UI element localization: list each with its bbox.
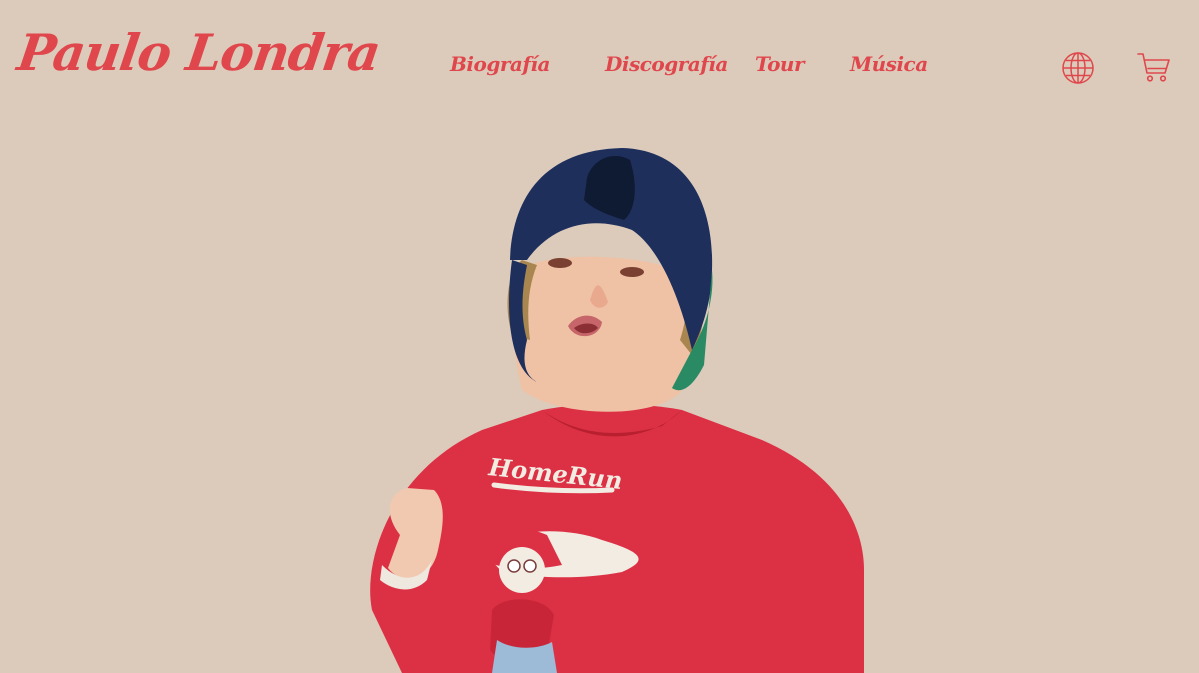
globe-icon[interactable]: [1061, 51, 1095, 85]
hero-photo: HomeRun: [362, 140, 864, 673]
nav-link-musica[interactable]: Música: [850, 54, 928, 74]
nav-link-biografia[interactable]: Biografía: [450, 54, 550, 74]
nav-link-discografia[interactable]: Discografía: [605, 54, 728, 74]
nav-link-tour[interactable]: Tour: [755, 54, 805, 74]
child-portrait-image: HomeRun: [362, 140, 864, 673]
site-logo[interactable]: Paulo Londra: [14, 23, 384, 82]
cart-icon[interactable]: [1136, 50, 1172, 84]
